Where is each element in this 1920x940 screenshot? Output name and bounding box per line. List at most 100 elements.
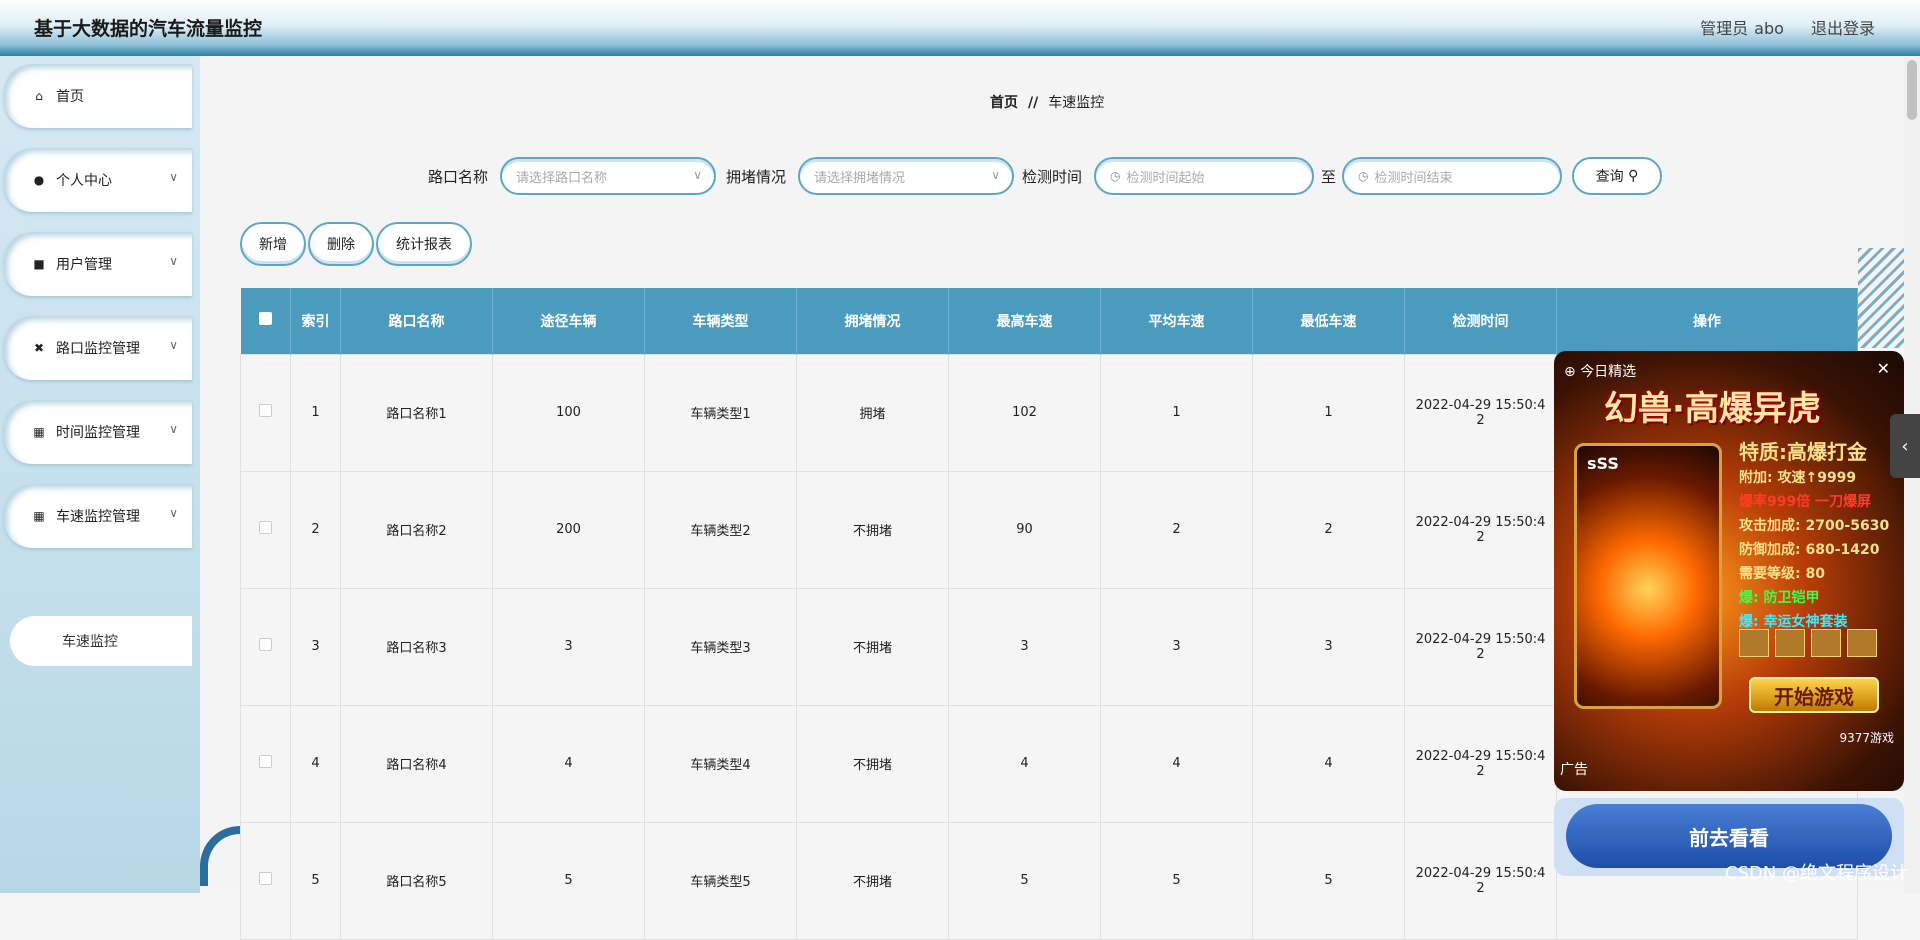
row-checkbox[interactable] xyxy=(259,755,272,768)
ad-popup[interactable]: ⊕ 今日精选 ✕ 幻兽·高爆异虎 sSS 特质:高爆打金 附加: 攻速↑9999… xyxy=(1554,351,1904,791)
header-user-area: 管理员 abo 退出登录 xyxy=(1700,15,1875,39)
row-checkbox[interactable] xyxy=(259,638,272,651)
watermark: CSDN @绝文程序设计 xyxy=(1725,859,1908,885)
row-select-cell[interactable] xyxy=(241,354,291,471)
home-icon: ⌂ xyxy=(32,89,46,103)
cell-congestion: 不拥堵 xyxy=(797,471,949,588)
ad-stat-line: 攻击加成: 2700-5630 xyxy=(1739,514,1889,538)
cell-index: 1 xyxy=(291,354,341,471)
time-start-input[interactable]: ◷ 检测时间起始 xyxy=(1094,157,1314,195)
sidebar-item-crossing-monitor[interactable]: ✖ 路口监控管理 ∨ xyxy=(4,316,192,380)
sidebar-item-label: 时间监控管理 xyxy=(56,422,140,442)
cell-name: 路口名称4 xyxy=(341,705,493,822)
report-button[interactable]: 统计报表 xyxy=(376,222,472,266)
ad-stat-line: 需要等级: 80 xyxy=(1739,562,1889,586)
cell-avg-speed: 4 xyxy=(1101,705,1253,822)
select-all-cell[interactable] xyxy=(241,288,291,354)
scrollbar-thumb[interactable] xyxy=(1907,60,1917,120)
time-line-2: 2 xyxy=(1405,647,1556,662)
select-all-checkbox[interactable] xyxy=(259,312,272,325)
time-line-1: 2022-04-29 15:50:4 xyxy=(1405,398,1556,413)
sidebar-item-home[interactable]: ⌂ 首页 xyxy=(4,64,192,128)
close-icon[interactable]: ✕ xyxy=(1877,359,1890,378)
username: abo xyxy=(1754,19,1784,38)
cell-min-speed: 1 xyxy=(1253,354,1405,471)
ad-item-icon xyxy=(1847,629,1877,657)
ad-label: 广告 xyxy=(1560,759,1588,779)
ad-top-label: ⊕ 今日精选 xyxy=(1564,361,1636,381)
crossing-placeholder: 请选择路口名称 xyxy=(516,167,607,186)
breadcrumb-home[interactable]: 首页 xyxy=(990,95,1018,111)
ad-stat-line: 爆率999倍 一刀爆屏 xyxy=(1739,490,1889,514)
logout-link[interactable]: 退出登录 xyxy=(1811,19,1875,38)
decorative-stripes xyxy=(1858,248,1904,348)
time-line-2: 2 xyxy=(1405,530,1556,545)
time-end-input[interactable]: ◷ 检测时间结束 xyxy=(1342,157,1562,195)
cell-min-speed: 3 xyxy=(1253,588,1405,705)
chevron-up-icon: ∨ xyxy=(169,506,178,520)
cell-index: 2 xyxy=(291,471,341,588)
time-line-1: 2022-04-29 15:50:4 xyxy=(1405,515,1556,530)
grid-icon: ▦ xyxy=(32,509,46,523)
time-line-2: 2 xyxy=(1405,413,1556,428)
cell-max-speed: 4 xyxy=(949,705,1101,822)
cell-type: 车辆类型3 xyxy=(645,588,797,705)
time-to-label: 至 xyxy=(1321,166,1336,187)
column-header-actions: 操作 xyxy=(1557,288,1858,354)
table-header-row: 索引 路口名称 途径车辆 车辆类型 拥堵情况 最高车速 平均车速 最低车速 检测… xyxy=(241,288,1858,354)
cell-index: 4 xyxy=(291,705,341,822)
cell-max-speed: 3 xyxy=(949,588,1101,705)
cell-index: 5 xyxy=(291,822,341,939)
row-checkbox[interactable] xyxy=(259,872,272,885)
ad-item-icon xyxy=(1775,629,1805,657)
ad-stat-line: 防御加成: 680-1420 xyxy=(1739,538,1889,562)
time-line-1: 2022-04-29 15:50:4 xyxy=(1405,749,1556,764)
cell-avg-speed: 2 xyxy=(1101,471,1253,588)
cell-avg-speed: 5 xyxy=(1101,822,1253,939)
cell-name: 路口名称3 xyxy=(341,588,493,705)
sidebar-item-user-management[interactable]: ■ 用户管理 ∨ xyxy=(4,232,192,296)
cell-min-speed: 5 xyxy=(1253,822,1405,939)
time-end-placeholder: 检测时间结束 xyxy=(1374,167,1452,186)
delete-button[interactable]: 删除 xyxy=(308,222,374,266)
column-header-time: 检测时间 xyxy=(1405,288,1557,354)
ad-card-image: sSS xyxy=(1574,443,1722,709)
row-checkbox[interactable] xyxy=(259,404,272,417)
column-header-vehicles: 途径车辆 xyxy=(493,288,645,354)
cell-vehicles: 3 xyxy=(493,588,645,705)
ad-stat-line: 附加: 攻速↑9999 xyxy=(1739,466,1889,490)
row-select-cell[interactable] xyxy=(241,705,291,822)
user-role: 管理员 xyxy=(1700,19,1748,38)
ad-play-button[interactable]: 开始游戏 xyxy=(1749,677,1879,713)
row-select-cell[interactable] xyxy=(241,588,291,705)
chevron-left-icon[interactable]: ‹ xyxy=(1890,414,1920,478)
grid-icon: ▦ xyxy=(32,425,46,439)
sidebar-item-time-monitor[interactable]: ▦ 时间监控管理 ∨ xyxy=(4,400,192,464)
cell-type: 车辆类型5 xyxy=(645,822,797,939)
breadcrumb-current: 车速监控 xyxy=(1048,95,1104,111)
sidebar-item-speed-monitor[interactable]: ▦ 车速监控管理 ∨ xyxy=(4,484,192,548)
cell-vehicles: 4 xyxy=(493,705,645,822)
add-button[interactable]: 新增 xyxy=(240,222,306,266)
crossing-select[interactable]: 请选择路口名称 ∨ xyxy=(500,157,716,195)
crossing-label: 路口名称 xyxy=(428,166,488,187)
cell-name: 路口名称1 xyxy=(341,354,493,471)
cell-congestion: 不拥堵 xyxy=(797,588,949,705)
ad-item-icon xyxy=(1739,629,1769,657)
row-select-cell[interactable] xyxy=(241,822,291,939)
sidebar-subitem-speed-monitor[interactable]: 车速监控 xyxy=(10,616,192,666)
cell-max-speed: 5 xyxy=(949,822,1101,939)
search-icon: ⚲ xyxy=(1628,168,1638,184)
chevron-down-icon: ∨ xyxy=(991,168,1000,182)
column-header-min-speed: 最低车速 xyxy=(1253,288,1405,354)
search-button[interactable]: 查询 ⚲ xyxy=(1572,157,1662,195)
ad-tier: sSS xyxy=(1587,454,1619,473)
sidebar-item-personal-center[interactable]: ● 个人中心 ∨ xyxy=(4,148,192,212)
ad-item-icons xyxy=(1739,629,1899,659)
row-select-cell[interactable] xyxy=(241,471,291,588)
cell-congestion: 不拥堵 xyxy=(797,705,949,822)
chevron-down-icon: ∨ xyxy=(169,254,178,268)
congestion-select[interactable]: 请选择拥堵情况 ∨ xyxy=(798,157,1014,195)
row-checkbox[interactable] xyxy=(259,521,272,534)
crossroad-icon: ✖ xyxy=(32,341,46,355)
